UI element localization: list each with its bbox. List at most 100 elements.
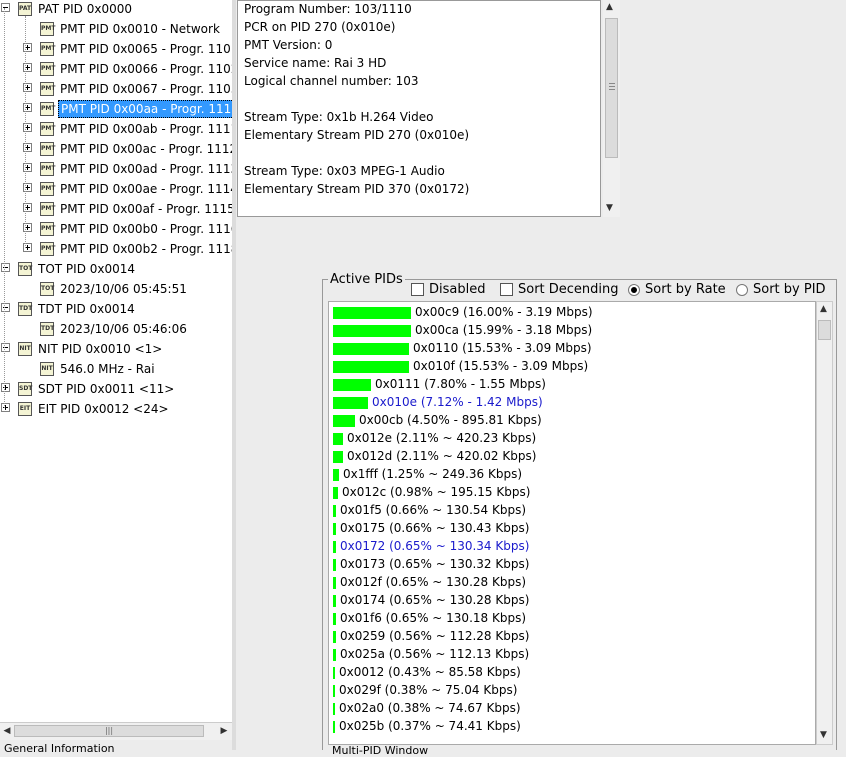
table-icon: TOT — [18, 261, 32, 276]
scroll-up-arrow-icon[interactable]: ▲ — [606, 2, 613, 12]
pid-row[interactable]: 0x0174 (0.65% ~ 130.28 Kbps) — [333, 591, 529, 609]
rate-bar — [333, 306, 411, 319]
pid-row[interactable]: 0x029f (0.38% ~ 75.04 Kbps) — [333, 681, 517, 699]
pid-rate-text: 0x00cb (4.50% - 895.81 Kbps) — [359, 413, 542, 427]
tree-item[interactable]: PMT PMT PID 0x0010 - Network — [40, 18, 222, 38]
tree-item[interactable]: NIT NIT PID 0x0010 <1> — [1, 338, 164, 358]
tree-item[interactable]: PAT PAT PID 0x0000 — [1, 0, 134, 18]
tree-item[interactable]: PMT PMT PID 0x00ae - Progr. 1114 — [23, 178, 232, 198]
pid-rate-text: 0x029f (0.38% ~ 75.04 Kbps) — [339, 683, 518, 697]
tree-item[interactable]: PMT PMT PID 0x00af - Progr. 1115 — [23, 198, 232, 218]
table-icon: PMT — [40, 41, 55, 56]
pid-row[interactable]: 0x0110 (15.53% - 3.09 Mbps) — [333, 339, 592, 357]
rate-bar — [333, 630, 336, 643]
pid-row[interactable]: 0x025a (0.56% ~ 112.13 Kbps) — [333, 645, 529, 663]
pid-row[interactable]: 0x010f (15.53% - 3.09 Mbps) — [333, 357, 588, 375]
tree-item[interactable]: PMT PMT PID 0x0067 - Progr. 1103 — [23, 78, 232, 98]
scroll-down-arrow-icon[interactable]: ▼ — [606, 203, 613, 213]
scroll-up-arrow-icon[interactable]: ▲ — [820, 304, 827, 314]
tree-item[interactable]: TDT TDT PID 0x0014 — [1, 298, 137, 318]
stream-tree[interactable]: PAT PAT PID 0x0000 PMT PMT PID 0x0010 - Net… — [0, 0, 232, 722]
table-icon: PMT — [40, 161, 55, 176]
pid-row[interactable]: 0x02a0 (0.38% ~ 74.67 Kbps) — [333, 699, 521, 717]
pids-vertical-scrollbar[interactable]: ▲ ▼ — [816, 301, 833, 745]
radio-dot[interactable] — [736, 283, 748, 296]
expand-icon[interactable] — [1, 403, 10, 412]
tree-item[interactable]: PMT PMT PID 0x00b0 - Progr. 1116 — [23, 218, 232, 238]
tree-item-label: PMT PID 0x00ac - Progr. 1112 — [60, 141, 232, 156]
pid-row[interactable]: 0x0012 (0.43% ~ 85.58 Kbps) — [333, 663, 521, 681]
tree-item[interactable]: PMT PMT PID 0x00ac - Progr. 1112 — [23, 138, 232, 158]
pid-row[interactable]: 0x00ca (15.99% - 3.18 Mbps) — [333, 321, 592, 339]
pid-row[interactable]: 0x0173 (0.65% ~ 130.32 Kbps) — [333, 555, 529, 573]
sort-descending-checkbox[interactable]: Sort Decending — [500, 281, 619, 299]
pid-row[interactable]: 0x01f5 (0.66% ~ 130.54 Kbps) — [333, 501, 526, 519]
pid-row[interactable]: 0x0259 (0.56% ~ 112.28 Kbps) — [333, 627, 529, 645]
tree-item[interactable]: PMT PMT PID 0x0066 - Progr. 1102 — [23, 58, 232, 78]
pid-rate-text: 0x025b (0.37% ~ 74.41 Kbps) — [339, 719, 521, 733]
scroll-thumb[interactable] — [818, 320, 831, 340]
scroll-thumb[interactable]: ||| — [14, 725, 204, 737]
panel-splitter[interactable] — [232, 0, 236, 750]
info-line: Logical channel number: 103 — [244, 74, 419, 88]
general-information-label: General Information — [4, 742, 115, 755]
pid-row[interactable]: 0x01f6 (0.65% ~ 130.18 Kbps) — [333, 609, 526, 627]
table-icon: TOT — [40, 281, 54, 296]
tree-item-label: PMT PID 0x00ae - Progr. 1114 — [60, 181, 232, 196]
sort-by-rate-radio[interactable]: Sort by Rate — [628, 281, 726, 299]
tree-item[interactable]: TOT TOT PID 0x0014 — [1, 258, 137, 278]
pid-row[interactable]: 0x0172 (0.65% ~ 130.34 Kbps) — [333, 537, 529, 555]
tree-item[interactable]: TOT 2023/10/06 05:45:51 — [40, 278, 189, 298]
tree-item[interactable]: PMT PMT PID 0x00ad - Progr. 1113 — [23, 158, 232, 178]
pid-row[interactable]: 0x025b (0.37% ~ 74.41 Kbps) — [333, 717, 521, 735]
pid-row[interactable]: 0x00cb (4.50% - 895.81 Kbps) — [333, 411, 542, 429]
scroll-thumb[interactable] — [605, 18, 618, 158]
info-line — [244, 144, 594, 162]
pid-row[interactable]: 0x012e (2.11% ~ 420.23 Kbps) — [333, 429, 536, 447]
pid-rate-text: 0x010e (7.12% - 1.42 Mbps) — [372, 395, 543, 409]
pid-row[interactable]: 0x00c9 (16.00% - 3.19 Mbps) — [333, 303, 593, 321]
scroll-left-arrow-icon[interactable]: ◀ — [1, 725, 13, 737]
sort-by-pid-radio[interactable]: Sort by PID — [736, 281, 826, 299]
info-line: Program Number: 103/1110 — [244, 2, 412, 16]
rate-bar — [333, 576, 336, 589]
checkbox-box[interactable] — [411, 283, 424, 296]
table-icon: EIT — [18, 401, 32, 416]
pid-row[interactable]: 0x0175 (0.66% ~ 130.43 Kbps) — [333, 519, 529, 537]
pid-row[interactable]: 0x0111 (7.80% - 1.55 Mbps) — [333, 375, 546, 393]
disabled-checkbox[interactable]: Disabled — [411, 281, 485, 299]
scroll-right-arrow-icon[interactable]: ▶ — [218, 725, 230, 737]
collapse-icon[interactable] — [1, 263, 10, 272]
scroll-down-arrow-icon[interactable]: ▼ — [820, 730, 827, 740]
pid-row[interactable]: 0x1fff (1.25% ~ 249.36 Kbps) — [333, 465, 522, 483]
info-vertical-scrollbar[interactable]: ▲ ▼ — [603, 0, 620, 217]
tree-item[interactable]: PMT PMT PID 0x00aa - Progr. 1110 — [23, 98, 232, 118]
expand-icon[interactable] — [1, 383, 10, 392]
pid-rate-text: 0x0172 (0.65% ~ 130.34 Kbps) — [340, 539, 530, 553]
rate-bar — [333, 594, 336, 607]
pid-row[interactable]: 0x012f (0.65% ~ 130.28 Kbps) — [333, 573, 526, 591]
table-icon: PMT — [40, 121, 55, 136]
tree-item[interactable]: SDT SDT PID 0x0011 <11> — [1, 378, 176, 398]
radio-dot[interactable] — [628, 283, 640, 296]
tree-item[interactable]: PMT PMT PID 0x0065 - Progr. 1101 — [23, 38, 232, 58]
checkbox-box[interactable] — [500, 283, 513, 296]
pid-row[interactable]: 0x012d (2.11% ~ 420.02 Kbps) — [333, 447, 536, 465]
info-line: Stream Type: 0x1b H.264 Video — [244, 110, 434, 124]
collapse-icon[interactable] — [1, 303, 10, 312]
collapse-icon[interactable] — [1, 3, 10, 12]
tree-item-label: TOT PID 0x0014 — [38, 261, 136, 276]
tree-item[interactable]: PMT PMT PID 0x00b2 - Progr. 1118 — [23, 238, 232, 258]
tree-item[interactable]: PMT PMT PID 0x00ab - Progr. 1111 — [23, 118, 232, 138]
tree-item[interactable]: EIT EIT PID 0x0012 <24> — [1, 398, 171, 418]
rate-bar — [333, 612, 336, 625]
tree-item-label: 2023/10/06 05:46:06 — [60, 321, 187, 336]
tree-item[interactable]: NIT 546.0 MHz - Rai — [40, 358, 157, 378]
active-pids-list[interactable]: 0x00c9 (16.00% - 3.19 Mbps) 0x00ca (15.99… — [328, 301, 816, 745]
pid-row[interactable]: 0x012c (0.98% ~ 195.15 Kbps) — [333, 483, 530, 501]
collapse-icon[interactable] — [1, 343, 10, 352]
info-line: Elementary Stream PID 270 (0x010e) — [244, 128, 470, 142]
pid-row[interactable]: 0x010e (7.12% - 1.42 Mbps) — [333, 393, 543, 411]
tree-item[interactable]: TDT 2023/10/06 05:46:06 — [40, 318, 189, 338]
tree-horizontal-scrollbar[interactable]: ◀ ||| ▶ — [0, 722, 232, 740]
